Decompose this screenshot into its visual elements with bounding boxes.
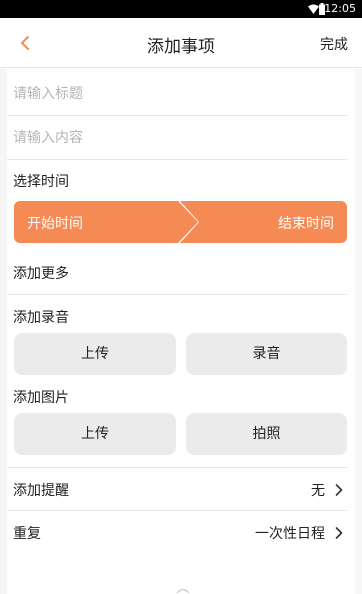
repeat-value: 一次性日程 xyxy=(255,526,325,542)
time-row: 选择时间 xyxy=(7,159,347,203)
select-time-label: 选择时间 xyxy=(13,174,69,190)
title-row xyxy=(7,72,347,116)
time-range-selector: 开始时间 结束时间 xyxy=(14,201,347,243)
more-row: 添加更多 xyxy=(7,251,347,295)
title-input[interactable] xyxy=(13,72,333,116)
content-row xyxy=(7,116,347,160)
status-time: 12:05 xyxy=(324,2,356,15)
done-button[interactable]: 完成 xyxy=(320,34,348,54)
repeat-label: 重复 xyxy=(13,526,41,542)
nav-bar: 添加事项 完成 xyxy=(0,18,362,68)
page-title: 添加事项 xyxy=(147,37,215,57)
record-audio-button[interactable]: 录音 xyxy=(186,333,347,375)
content-area: 选择时间 开始时间 结束时间 添加更多 添加录音 上传 录音 添加图片 上传 拍… xyxy=(0,69,362,594)
wifi-icon xyxy=(308,4,319,14)
image-upload-button[interactable]: 上传 xyxy=(14,413,176,455)
status-bar: 12:05 xyxy=(0,0,362,18)
chevron-right-icon xyxy=(335,527,343,539)
start-time-label: 开始时间 xyxy=(27,216,83,232)
reminder-value: 无 xyxy=(311,483,325,499)
reminder-row[interactable]: 添加提醒 无 xyxy=(7,467,347,511)
end-time-button[interactable]: 结束时间 xyxy=(180,201,347,243)
end-time-label: 结束时间 xyxy=(278,216,334,232)
take-photo-button[interactable]: 拍照 xyxy=(186,413,347,455)
home-indicator-icon xyxy=(176,589,190,594)
add-reminder-label: 添加提醒 xyxy=(13,483,69,499)
chevron-right-icon xyxy=(335,484,343,496)
repeat-row[interactable]: 重复 一次性日程 xyxy=(7,511,347,555)
add-audio-label: 添加录音 xyxy=(13,310,69,326)
add-image-label: 添加图片 xyxy=(13,390,69,406)
audio-upload-button[interactable]: 上传 xyxy=(14,333,176,375)
add-more-label: 添加更多 xyxy=(13,266,69,282)
start-time-button[interactable]: 开始时间 xyxy=(14,201,198,243)
content-input[interactable] xyxy=(13,116,333,160)
